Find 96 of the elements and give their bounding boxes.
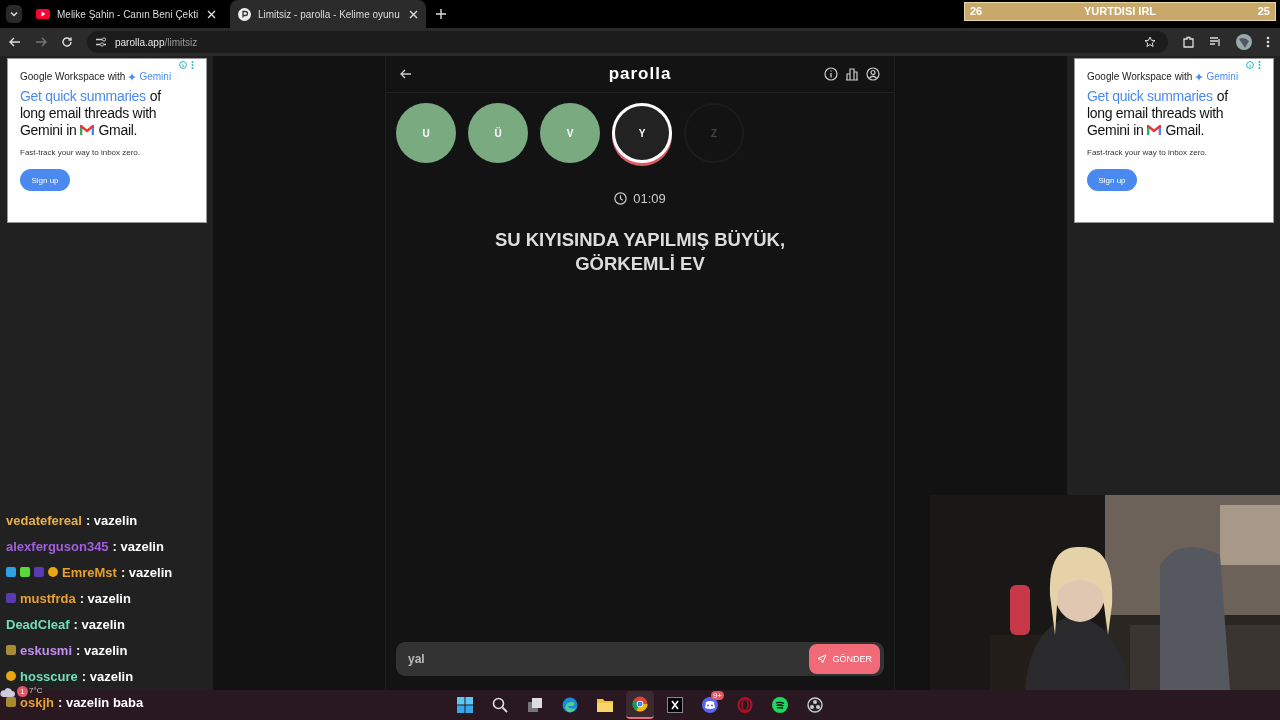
chat-message: : vazelin [79,590,131,606]
chat-username: eskusmi [20,642,73,658]
ad-headline: long email threads with [20,105,157,122]
cloud-icon [0,686,16,698]
ad-product: Gemini [1206,71,1239,82]
ad-headline-highlight: Get quick summaries [1087,88,1213,105]
chat-message: : vazelin [73,616,125,632]
letter-circle: V [540,103,600,163]
ad-headline: Gemini in [20,122,77,139]
chat-badge-icon [6,645,16,655]
tab-list-button[interactable] [6,5,22,23]
unread-count-badge: 9+ [710,691,724,700]
question-text: SU KIYISINDA YAPILMIŞ BÜYÜK, GÖRKEMLİ EV [493,228,787,276]
ad-headline-highlight: Get quick summaries [20,88,146,105]
chat-username: mustfrda [20,590,76,606]
x-app-icon [667,697,683,713]
chat-badge-icon [6,697,16,707]
taskbar-app-button[interactable] [626,691,654,719]
ad-headline: of [1216,88,1228,105]
browser-tab[interactable]: Limitsiz - parolla - Kelime oyunu [230,0,426,28]
chat-username: DeadCleaf [6,616,70,632]
letter-circle: Y [612,103,672,163]
chat-username: vedatefereal [6,512,82,528]
ad-subtext: Fast-track your way to inbox zero. [1087,148,1209,157]
chat-username: alexferguson345 [6,538,109,554]
windows-logo-icon [457,697,473,713]
clock-icon [614,192,628,205]
extensions-icon[interactable] [1182,35,1195,49]
ad-product: Gemini [139,71,172,82]
ad-headline: Gmail. [98,122,138,139]
user-icon[interactable] [866,67,880,81]
chat-username: hosscure [20,668,78,684]
app-logo: parolla [608,64,672,84]
sparkle-icon [128,72,137,81]
task-view-icon [527,697,543,713]
new-tab-icon[interactable] [436,9,446,19]
send-icon [817,654,828,664]
back-icon[interactable] [400,68,412,80]
timer-text: 01:09 [633,191,666,206]
ad-subtext: Fast-track your way to inbox zero. [20,148,142,157]
coin-badge-icon [48,567,58,577]
coin-badge-icon [6,671,16,681]
sparkle-icon [1195,72,1204,81]
banner-number: 26 [970,5,983,17]
banner-title: YURTDISI IRL [1083,5,1157,17]
profile-avatar-icon[interactable] [1236,34,1252,50]
info-icon[interactable] [824,67,838,81]
site-icon [238,7,251,21]
media-icon[interactable] [1209,36,1222,48]
chat-message: : vazelin [120,564,173,580]
answer-field[interactable]: yal GÖNDER [396,642,884,676]
forward-icon[interactable] [35,36,47,48]
bar-chart-icon[interactable] [845,67,859,81]
bookmark-star-icon[interactable] [1144,36,1156,48]
letter-circle: U [396,103,456,163]
site-settings-icon[interactable] [95,36,107,48]
ad-brand: Google Workspace with [20,71,126,82]
chrome-logo-icon [632,696,648,712]
ad-headline: Gmail. [1165,122,1205,139]
close-icon[interactable] [207,9,216,19]
chat-badge-icon [6,593,16,603]
chat-username: oskjh [20,694,54,710]
ring-logo-icon [737,697,753,713]
browser-logo-icon [562,697,578,713]
ad-headline: of [149,88,161,105]
ad-brand: Google Workspace with [1087,71,1193,82]
reload-icon[interactable] [61,36,73,48]
recorder-logo-icon [807,697,823,713]
sign-up-button[interactable]: Sign up [1087,169,1137,191]
chat-message: : vazelin [81,668,134,684]
folder-icon [597,698,613,712]
sign-up-button[interactable]: Sign up [20,169,70,191]
chat-message: : vazelin [76,642,128,658]
letter-circle: Ü [468,103,528,163]
banner-number: 25 [1257,5,1270,17]
mail-icon [1147,125,1162,136]
chat-username: EmreMst [62,564,117,580]
weather-temperature: 7°C [29,686,43,695]
browser-tab[interactable]: Melike Şahin - Canın Beni Çekti [28,0,224,28]
notification-count: 1 [17,686,28,697]
play-icon [36,9,50,19]
ad-headline: Gemini in [1087,122,1144,139]
chat-message: : vazelin baba [57,694,144,710]
search-icon [492,697,508,713]
ad-headline: long email threads with [1087,105,1224,122]
back-icon[interactable] [9,36,21,48]
more-icon[interactable] [1266,36,1270,48]
address-field[interactable]: parolla.app/limitsiz [87,31,1168,53]
caret-icon [9,9,19,19]
mail-icon [80,125,95,136]
chat-message: : vazelin [112,538,164,554]
music-logo-icon [772,697,788,713]
close-icon[interactable] [409,9,418,19]
taskbar-app-button[interactable]: 9+ [696,691,724,719]
chat-message: : vazelin [85,512,138,528]
game-controller-icon [702,697,718,713]
